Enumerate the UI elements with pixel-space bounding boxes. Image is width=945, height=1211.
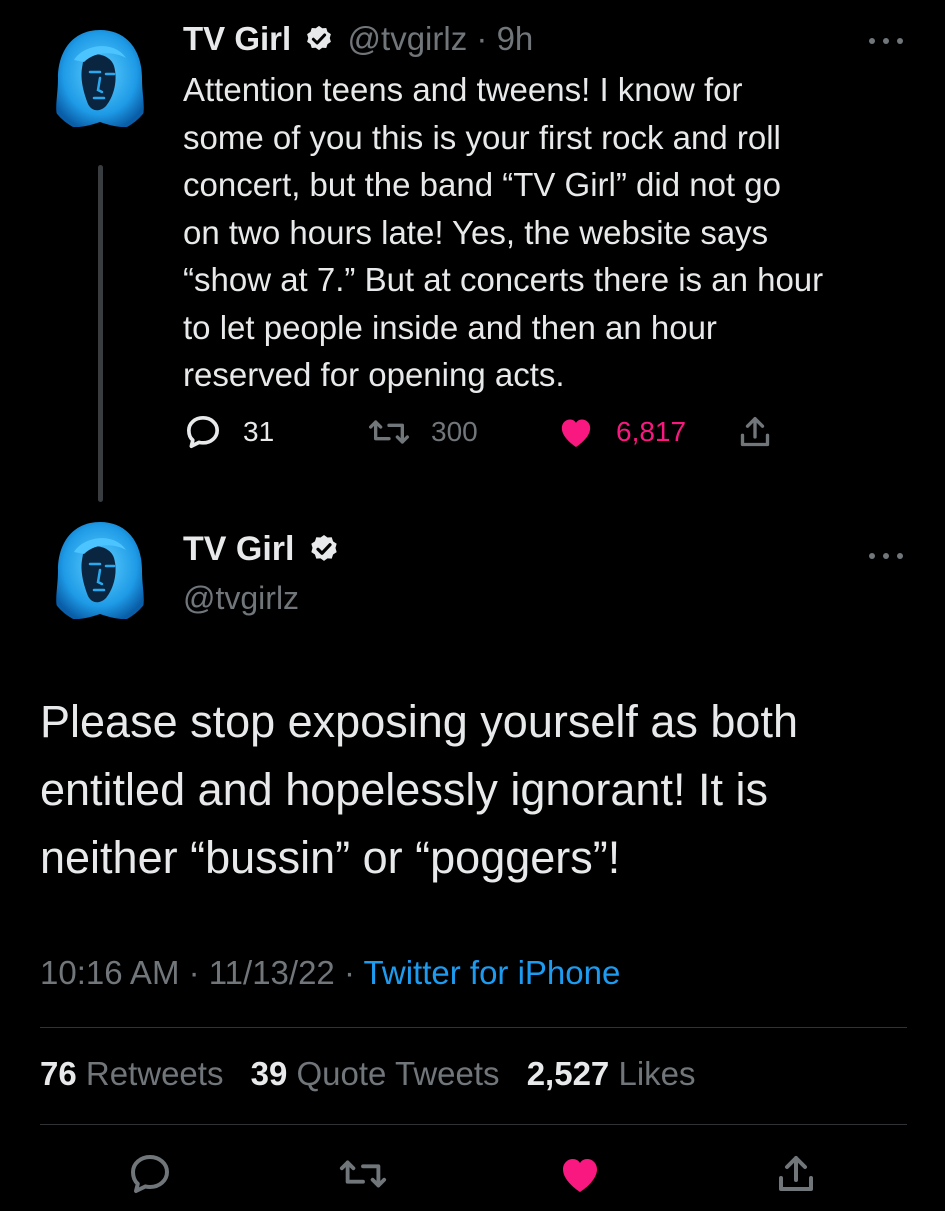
thread-line [98, 165, 103, 502]
likes-count: 2,527 [526, 1055, 610, 1092]
share-button[interactable] [772, 1150, 820, 1198]
reply-button[interactable]: 31 [183, 408, 274, 456]
share-button[interactable] [735, 408, 795, 456]
retweets-label: Retweets [85, 1055, 224, 1092]
more-icon[interactable] [866, 543, 906, 563]
tweet-header: TV Girl @tvgirlz · 9h [183, 20, 533, 58]
tweet-time[interactable]: 10:16 AM [40, 954, 179, 991]
handle[interactable]: @tvgirlz [348, 20, 468, 57]
tweet-source-link[interactable]: Twitter for iPhone [364, 954, 621, 991]
retweet-button[interactable] [338, 1150, 387, 1198]
retweet-count: 300 [431, 416, 478, 447]
quotes-stat[interactable]: 39 Quote Tweets [251, 1055, 500, 1092]
reply-icon [187, 416, 220, 448]
separator: · [476, 20, 488, 57]
tweet-stats: 76 Retweets 39 Quote Tweets 2,527 Likes [40, 1055, 696, 1093]
likes-stat[interactable]: 2,527 Likes [527, 1055, 696, 1092]
divider [40, 1027, 907, 1028]
retweets-count: 76 [40, 1055, 77, 1092]
reply-count: 31 [243, 416, 275, 447]
more-icon[interactable] [866, 28, 906, 48]
separator: · [188, 954, 200, 991]
retweets-stat[interactable]: 76 Retweets [40, 1055, 223, 1092]
verified-icon [311, 535, 337, 561]
quotes-count: 39 [250, 1055, 288, 1092]
separator: · [343, 954, 355, 991]
avatar[interactable] [44, 514, 156, 626]
retweet-button[interactable]: 300 [367, 408, 478, 456]
display-name-text[interactable]: TV Girl [183, 530, 294, 568]
like-button[interactable]: 6,817 [556, 408, 686, 456]
likes-label: Likes [618, 1055, 696, 1092]
share-icon [779, 1156, 813, 1191]
display-name: TV Girl [183, 530, 340, 569]
divider [40, 1124, 907, 1125]
timestamp[interactable]: 9h [497, 20, 534, 57]
retweet-icon [368, 420, 409, 444]
retweet-icon [339, 1160, 387, 1188]
handle[interactable]: @tvgirlz [183, 580, 299, 617]
verified-icon [307, 26, 332, 51]
tweet-date[interactable]: 11/13/22 [209, 954, 335, 991]
heart-icon [561, 419, 591, 447]
reply-icon [131, 1155, 169, 1193]
share-icon [740, 417, 770, 447]
reply-button[interactable] [126, 1150, 174, 1198]
quotes-label: Quote Tweets [296, 1055, 500, 1092]
tweet-text: Attention teens and tweens! I know for s… [183, 71, 824, 393]
heart-icon [563, 1159, 597, 1192]
tweet-meta: 10:16 AM · 11/13/22 · Twitter for iPhone [40, 954, 620, 992]
like-button[interactable] [556, 1150, 604, 1198]
tweet-text: Please stop exposing yourself as both en… [40, 696, 798, 883]
display-name[interactable]: TV Girl [183, 20, 291, 57]
like-count: 6,817 [616, 416, 687, 447]
avatar[interactable] [44, 22, 156, 134]
tweet-actions: 31 300 6,817 [183, 408, 823, 456]
